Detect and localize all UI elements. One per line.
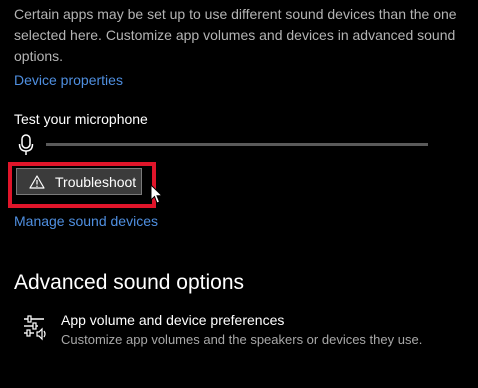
description-line-2: selected here. Customize app volumes and… xyxy=(14,27,456,43)
sound-devices-description: Certain apps may be set up to use differ… xyxy=(14,4,469,67)
description-line-1: Certain apps may be set up to use differ… xyxy=(14,6,457,22)
microphone-icon xyxy=(18,134,34,155)
app-volume-preferences-item[interactable]: App volume and device preferences Custom… xyxy=(22,312,462,352)
microphone-level-track xyxy=(46,143,428,146)
mouse-cursor-icon xyxy=(150,184,164,204)
app-volume-preferences-subtitle: Customize app volumes and the speakers o… xyxy=(61,332,423,347)
manage-sound-devices-link[interactable]: Manage sound devices xyxy=(14,213,158,229)
device-properties-link[interactable]: Device properties xyxy=(14,72,123,88)
troubleshoot-highlight-box xyxy=(8,162,156,208)
advanced-sound-options-heading: Advanced sound options xyxy=(14,271,245,294)
app-volume-preferences-title: App volume and device preferences xyxy=(61,312,285,328)
mixer-sliders-icon xyxy=(24,315,46,341)
description-line-3: options. xyxy=(14,48,64,64)
test-microphone-label: Test your microphone xyxy=(14,111,148,127)
microphone-level-meter xyxy=(18,134,430,156)
